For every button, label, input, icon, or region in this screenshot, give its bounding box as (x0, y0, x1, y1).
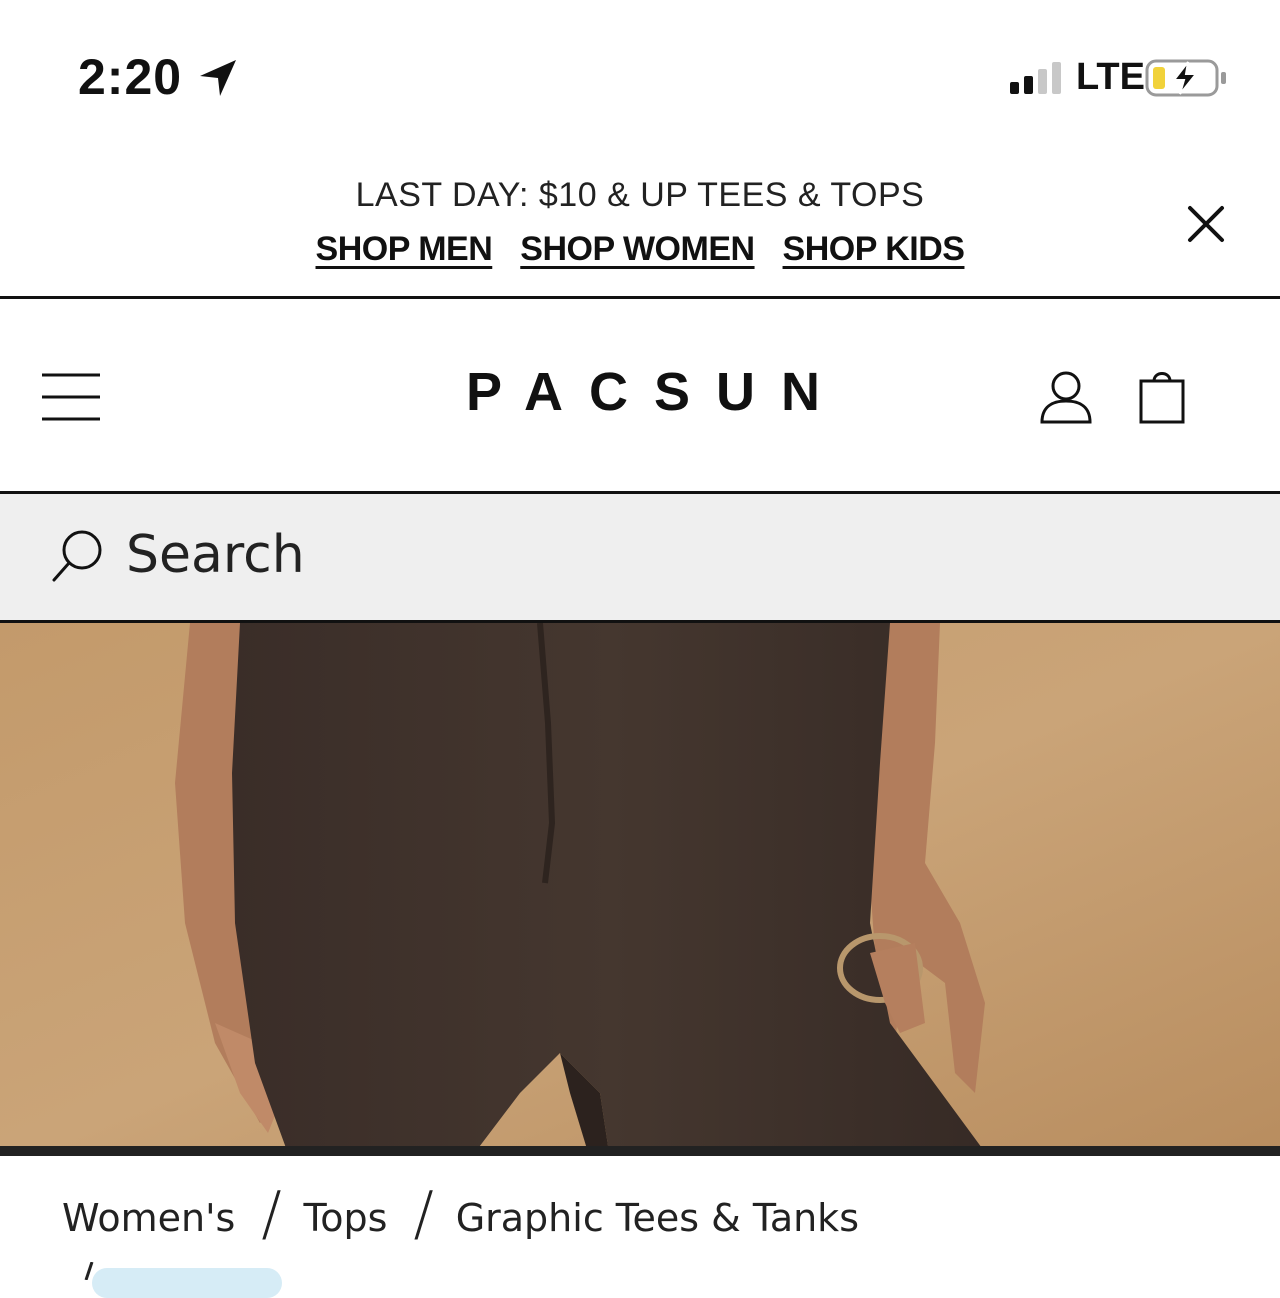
partial-chip (92, 1268, 282, 1298)
breadcrumb-womens[interactable]: Women's (62, 1196, 235, 1240)
status-time: 2:20 (78, 49, 183, 105)
menu-icon[interactable] (40, 371, 102, 423)
close-icon[interactable] (1180, 198, 1232, 250)
battery-charging-icon (1145, 59, 1226, 97)
breadcrumb-graphic-tees[interactable]: Graphic Tees & Tanks (456, 1196, 859, 1240)
signal-icon (1010, 62, 1061, 94)
breadcrumb: Women's / Tops / Graphic Tees & Tanks (62, 1184, 859, 1248)
search-bar[interactable] (0, 494, 1280, 620)
breadcrumb-tops[interactable]: Tops (304, 1196, 388, 1240)
divider (0, 1146, 1280, 1156)
promo-links: SHOP MEN SHOP WOMEN SHOP KIDS (0, 230, 1280, 269)
shop-men-link[interactable]: SHOP MEN (316, 230, 493, 269)
breadcrumb-separator: / (261, 1179, 282, 1249)
search-icon (52, 530, 102, 582)
search-input[interactable] (126, 520, 826, 590)
status-bar: 2:20 LTE (0, 0, 1280, 150)
pacsun-logo[interactable]: PACSUN (440, 361, 840, 423)
product-photo (0, 623, 1280, 1156)
breadcrumb-separator: / (413, 1179, 434, 1249)
network-label: LTE (1076, 56, 1145, 98)
promo-banner: LAST DAY: $10 & UP TEES & TOPS SHOP MEN … (0, 150, 1280, 296)
shopping-bag-icon[interactable] (1136, 367, 1188, 425)
hero-product-image[interactable] (0, 620, 1280, 1156)
shop-kids-link[interactable]: SHOP KIDS (783, 230, 965, 269)
account-icon[interactable] (1038, 369, 1094, 425)
location-arrow-icon (200, 60, 236, 96)
shop-women-link[interactable]: SHOP WOMEN (520, 230, 755, 269)
site-header: PACSUN (0, 299, 1280, 491)
promo-text: LAST DAY: $10 & UP TEES & TOPS (355, 176, 925, 214)
